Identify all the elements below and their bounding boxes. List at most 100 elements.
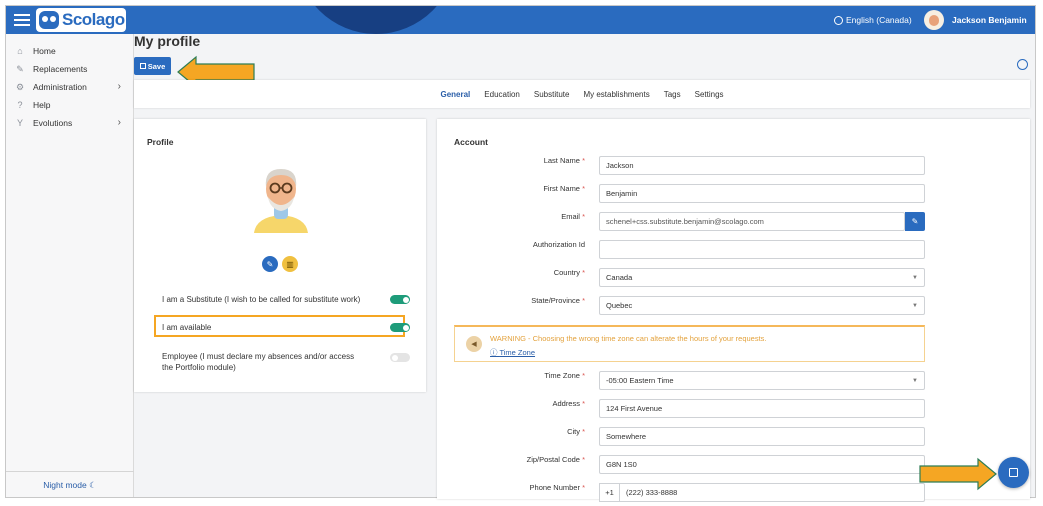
help-icon: ? [17,99,23,110]
profile-card-title: Profile [147,137,174,147]
sidebar-item-label: Evolutions [33,118,73,128]
email-row: Email * schenel+css.substitute.benjamin@… [437,212,1030,232]
page-title: My profile [134,33,201,49]
logo-text: Scolago [62,10,125,29]
city-label: City * [567,427,585,436]
employee-toggle[interactable] [390,353,410,362]
city-row: City * Somewhere [437,427,1030,447]
available-toggle-row: I am available [162,322,410,333]
time-zone-label: Time Zone * [544,371,585,380]
time-zone-row: Time Zone * -05:00 Eastern Time ▼ [437,371,1030,391]
first-name-field[interactable]: Benjamin [599,184,925,203]
zip-field[interactable]: G8N 1S0 [599,455,925,474]
phone-country-code[interactable]: +1 [599,483,619,502]
profile-card: Profile ✎ ▥ I am a Substitute (I wish to… [134,119,426,392]
email-field[interactable]: schenel+css.substitute.benjamin@scolago.… [599,212,905,231]
tab-bar: General Education Substitute My establis… [134,80,1030,108]
menu-icon[interactable] [14,12,30,28]
sidebar-item-replacements[interactable]: ✎ Replacements [6,60,133,78]
owl-logo-icon [39,11,59,29]
tab-education[interactable]: Education [484,90,520,99]
save-button[interactable]: Save [134,57,171,75]
available-toggle[interactable] [390,323,410,332]
substitute-toggle[interactable] [390,295,410,304]
employee-toggle-row: Employee (I must declare my absences and… [162,351,410,373]
warning-text: WARNING - Choosing the wrong time zone c… [490,334,767,343]
replacements-icon: ✎ [16,63,24,74]
country-label: Country * [553,268,585,277]
state-select[interactable]: Quebec ▼ [599,296,925,315]
last-name-label: Last Name * [543,156,585,165]
tab-my-establishments[interactable]: My establishments [583,90,649,99]
top-bar: Scolago English (Canada) Jackson Benjami… [6,6,1035,34]
email-label: Email * [561,212,585,221]
last-name-field[interactable]: Jackson [599,156,925,175]
chevron-down-icon: ▼ [912,303,918,309]
sidebar-item-home[interactable]: ⌂ Home [6,42,133,60]
avatar [924,10,944,30]
account-card-title: Account [454,137,488,147]
sidebar: ⌂ Home ✎ Replacements ⚙ Administration ›… [6,34,134,497]
state-label: State/Province * [531,296,585,305]
sidebar-item-label: Home [33,46,56,56]
address-row: Address * 124 First Avenue [437,399,1030,419]
phone-label: Phone Number * [529,483,585,492]
address-field[interactable]: 124 First Avenue [599,399,925,418]
chevron-down-icon: ▼ [912,275,918,281]
tab-settings[interactable]: Settings [695,90,724,99]
language-label: English (Canada) [846,15,912,25]
megaphone-icon: ◀ [466,336,482,352]
save-label: Save [147,61,166,71]
phone-field[interactable]: (222) 333-8888 [619,483,925,502]
time-zone-link[interactable]: ⓘ Time Zone [490,347,535,358]
floating-save-button[interactable] [998,457,1029,488]
home-icon: ⌂ [17,45,23,56]
timezone-warning: ◀ WARNING - Choosing the wrong time zone… [454,325,925,362]
city-field[interactable]: Somewhere [599,427,925,446]
country-row: Country * Canada ▼ [437,268,1030,288]
delete-photo-button[interactable]: ▥ [282,256,298,272]
tab-substitute[interactable]: Substitute [534,90,570,99]
tab-general[interactable]: General [440,90,470,99]
first-name-row: First Name * Benjamin [437,184,1030,204]
tab-tags[interactable]: Tags [664,90,681,99]
annotation-arrow-fab [919,457,997,491]
globe-icon [834,15,843,25]
evolutions-icon: Y [16,117,23,128]
sidebar-item-label: Replacements [33,64,88,74]
zip-label: Zip/Postal Code * [526,455,585,464]
sidebar-item-evolutions[interactable]: Y Evolutions › [6,114,133,132]
sidebar-item-administration[interactable]: ⚙ Administration › [6,78,133,96]
user-name: Jackson Benjamin [952,15,1027,25]
chevron-down-icon: ▼ [912,378,918,384]
substitute-toggle-label: I am a Substitute (I wish to be called f… [162,295,361,304]
language-selector[interactable]: English (Canada) [834,15,912,25]
sidebar-item-label: Administration [33,82,87,92]
pencil-icon: ✎ [911,217,919,226]
country-select[interactable]: Canada ▼ [599,268,925,287]
user-menu[interactable]: Jackson Benjamin [924,10,1027,30]
sidebar-item-help[interactable]: ? Help [6,96,133,114]
save-icon [139,63,146,69]
header-decoration [296,6,456,34]
time-zone-select[interactable]: -05:00 Eastern Time ▼ [599,371,925,390]
account-card: Account Last Name * Jackson First Name *… [437,119,1030,502]
last-name-row: Last Name * Jackson [437,156,1030,176]
chevron-right-icon: › [117,117,121,128]
authorization-id-row: Authorization Id [437,240,1030,260]
authorization-id-field[interactable] [599,240,925,259]
employee-toggle-label: Employee (I must declare my absences and… [162,352,355,372]
sidebar-item-label: Help [33,100,51,110]
night-mode-toggle[interactable]: Night mode ☾ [6,471,134,497]
scolago-logo[interactable]: Scolago [36,8,126,32]
edit-photo-button[interactable]: ✎ [262,256,278,272]
edit-email-button[interactable]: ✎ [905,212,925,231]
profile-avatar [254,169,308,233]
gear-icon: ⚙ [15,81,25,92]
address-label: Address * [552,399,585,408]
available-toggle-label: I am available [162,323,212,332]
authorization-id-label: Authorization Id [532,240,585,249]
save-icon [1009,468,1018,477]
history-icon[interactable] [1017,59,1028,70]
chevron-right-icon: › [117,81,121,92]
